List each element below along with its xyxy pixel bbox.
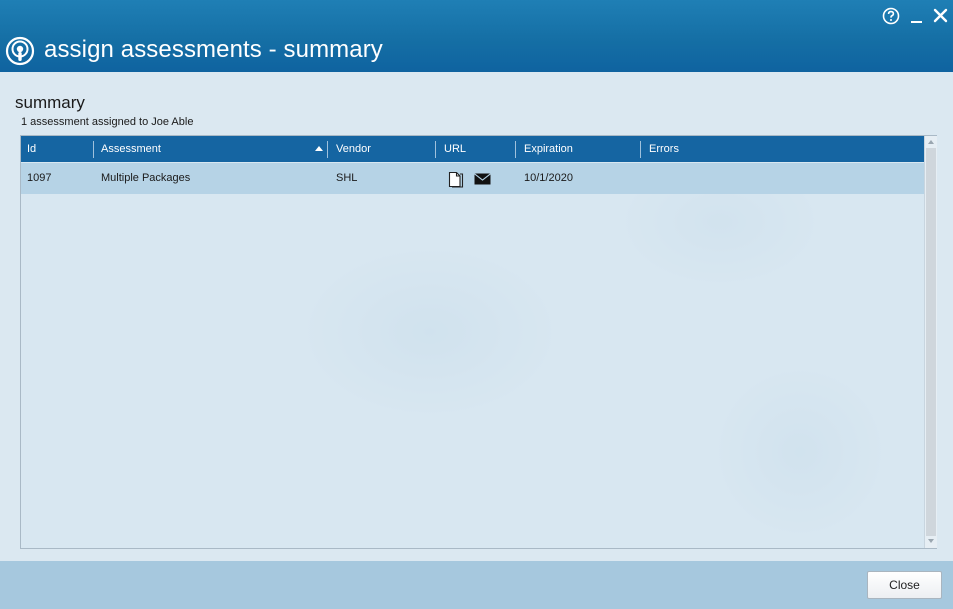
assessments-grid: Id Assessment Vendor URL Expiration Erro… (20, 135, 937, 549)
column-separator[interactable] (640, 141, 641, 158)
cell-id: 1097 (27, 172, 52, 184)
title-bar: assign assessments - summary (0, 0, 953, 72)
footer-bar: Close (0, 561, 953, 609)
section-heading: summary (15, 93, 85, 112)
column-header-vendor[interactable]: Vendor (336, 136, 371, 162)
minimize-icon[interactable] (907, 6, 927, 26)
table-row[interactable]: 1097 Multiple Packages SHL 10/1/2020 (21, 163, 924, 194)
scroll-down-arrow-icon[interactable] (928, 539, 934, 543)
grid-header: Id Assessment Vendor URL Expiration Erro… (21, 136, 924, 162)
close-icon[interactable] (931, 6, 951, 26)
vertical-scrollbar[interactable] (924, 136, 937, 548)
column-header-errors[interactable]: Errors (649, 136, 679, 162)
column-header-url[interactable]: URL (444, 136, 466, 162)
column-separator[interactable] (435, 141, 436, 158)
cell-assessment: Multiple Packages (101, 172, 191, 184)
column-header-id[interactable]: Id (27, 136, 36, 162)
content-area: summary 1 assessment assigned to Joe Abl… (0, 72, 953, 561)
sort-ascending-icon (315, 146, 323, 151)
scroll-track[interactable] (926, 148, 936, 536)
app-podcast-icon (5, 36, 35, 66)
column-separator[interactable] (327, 141, 328, 158)
close-button[interactable]: Close (867, 571, 942, 599)
scroll-up-arrow-icon[interactable] (928, 140, 934, 144)
column-separator[interactable] (93, 141, 94, 158)
column-header-assessment[interactable]: Assessment (101, 136, 161, 162)
column-separator[interactable] (515, 141, 516, 158)
column-header-expiration[interactable]: Expiration (524, 136, 573, 162)
cell-vendor: SHL (336, 172, 358, 184)
copy-document-icon[interactable] (448, 171, 464, 188)
window-title: assign assessments - summary (44, 36, 383, 63)
cell-expiration: 10/1/2020 (524, 172, 573, 184)
help-circle-icon[interactable] (881, 6, 901, 26)
assignment-summary-text: 1 assessment assigned to Joe Able (21, 116, 194, 128)
email-icon[interactable] (474, 173, 491, 185)
